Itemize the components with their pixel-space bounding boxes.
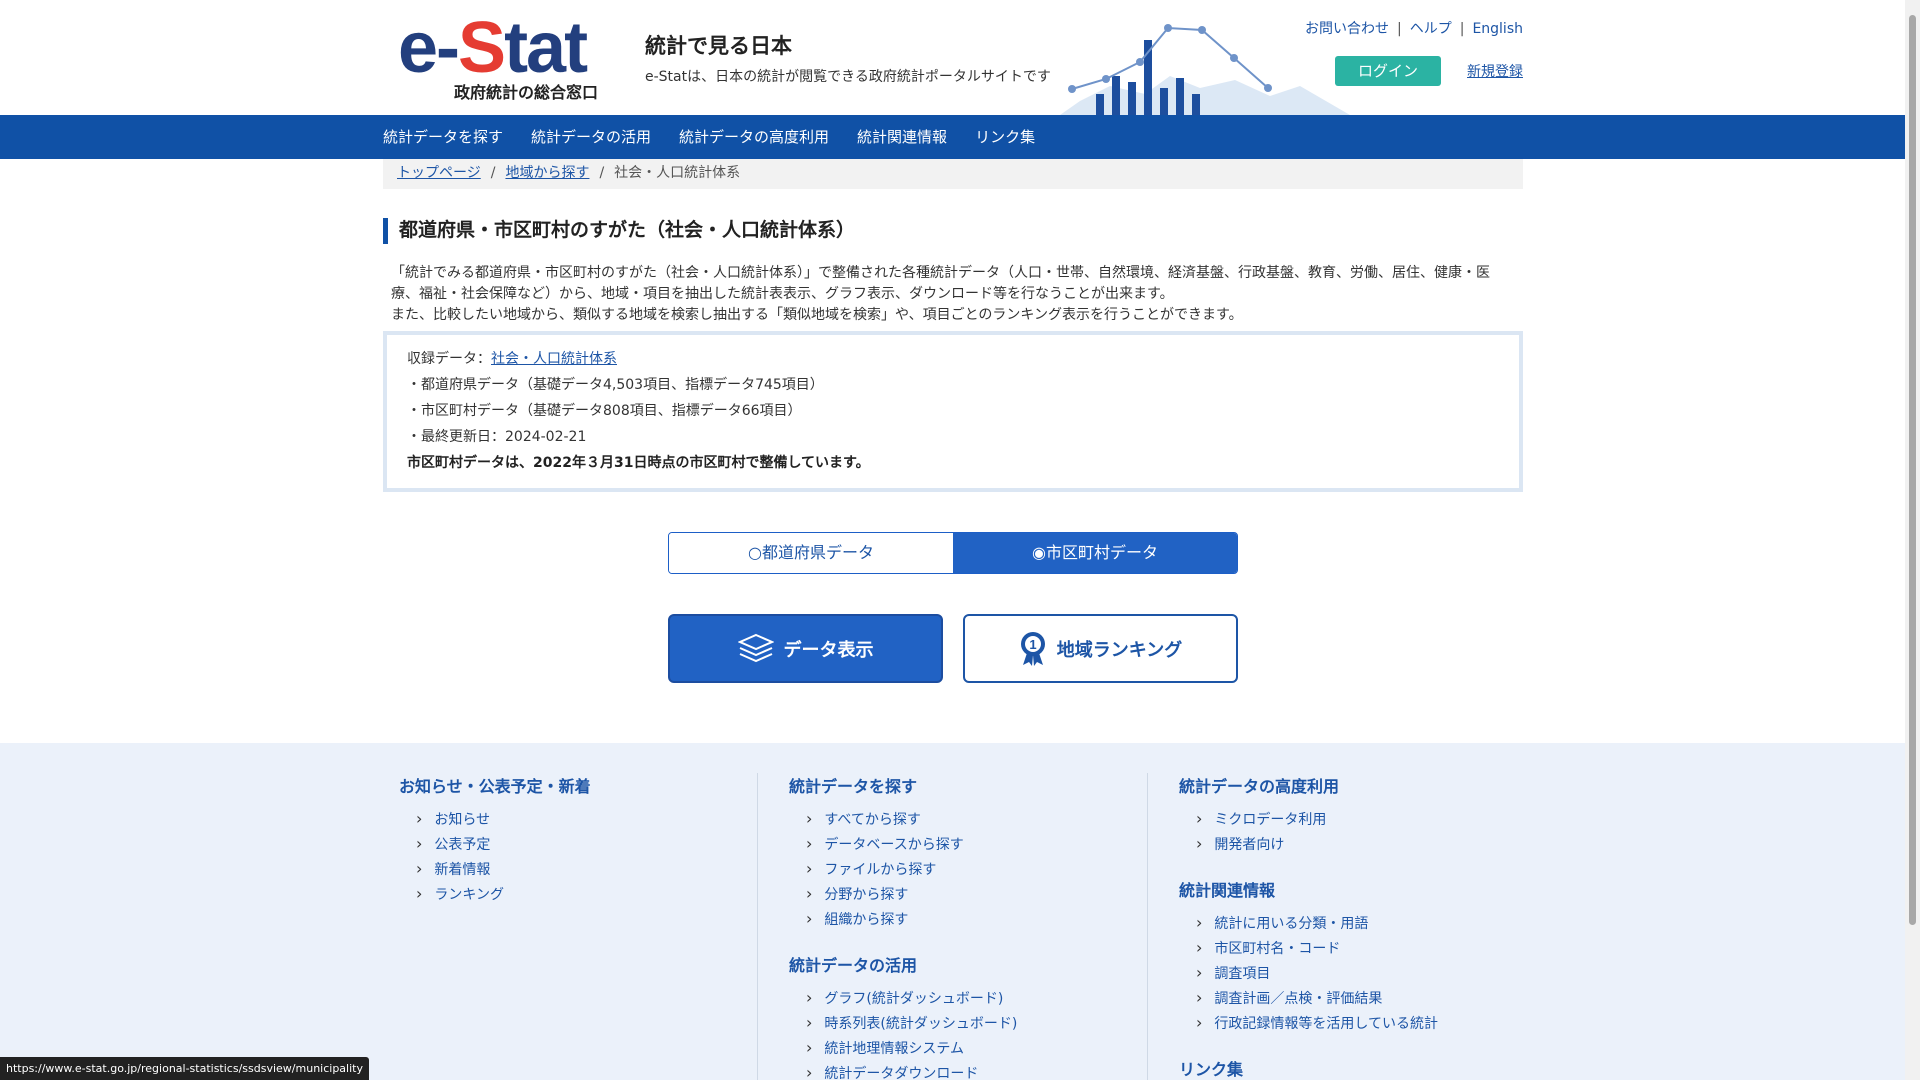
footer-link[interactable]: ミクロデータ利用 [1196, 807, 1539, 832]
intro-line: 「統計でみる都道府県・市区町村のすがた（社会・人口統計体系）」で整備された各種統… [391, 265, 1490, 281]
nav-item-search-data[interactable]: 統計データを探す [383, 115, 503, 159]
help-link[interactable]: ヘルプ [1410, 21, 1452, 37]
svg-text:1: 1 [1029, 637, 1036, 652]
breadcrumb-separator: / [599, 165, 605, 181]
intro-text: 「統計でみる都道府県・市区町村のすがた（社会・人口統計体系）」で整備された各種統… [383, 263, 1523, 326]
breadcrumb-region[interactable]: 地域から探す [505, 165, 589, 181]
breadcrumb-current: 社会・人口統計体系 [614, 165, 741, 181]
footer-link[interactable]: データベースから探す [806, 832, 1149, 857]
nav-item-use-data[interactable]: 統計データの活用 [531, 115, 651, 159]
login-button[interactable]: ログイン [1335, 56, 1441, 86]
footer-link[interactable]: 分野から探す [806, 882, 1149, 907]
site-footer: お知らせ・公表予定・新着 お知らせ 公表予定 新着情報 ランキング 統計データを… [0, 743, 1905, 1080]
radio-checked-icon: ◉ [1032, 543, 1046, 562]
region-ranking-button[interactable]: 1 地域ランキング [963, 614, 1238, 683]
footer-heading[interactable]: お知らせ・公表予定・新着 [399, 773, 759, 797]
breadcrumb-separator: / [490, 165, 496, 181]
info-municipality: ・市区町村データ（基礎データ808項目、指標データ66項目） [407, 403, 802, 419]
data-info-box: 収録データ：社会・人口統計体系 ・都道府県データ（基礎データ4,503項目、指標… [383, 331, 1523, 492]
footer-link[interactable]: 調査項目 [1196, 961, 1539, 986]
logo-subtitle: 政府統計の総合窓口 [453, 83, 598, 102]
footer-heading[interactable]: 統計データの高度利用 [1179, 773, 1539, 797]
footer-link[interactable]: お知らせ [416, 807, 759, 832]
region-ranking-label: 地域ランキング [1056, 639, 1183, 661]
footer-col-search: 統計データを探す すべてから探す データベースから探す ファイルから探す 分野か… [789, 773, 1149, 1080]
footer-link[interactable]: 行政記録情報等を活用している統計 [1196, 1011, 1539, 1036]
footer-heading[interactable]: 統計データを探す [789, 773, 1149, 797]
footer-link[interactable]: 統計データダウンロード [806, 1061, 1149, 1080]
footer-link[interactable]: 組織から探す [806, 907, 1149, 932]
info-updated: ・最終更新日：2024-02-21 [407, 429, 587, 445]
footer-col-advanced: 統計データの高度利用 ミクロデータ利用 開発者向け 統計関連情報 統計に用いる分… [1179, 773, 1539, 1080]
ranking-medal-icon: 1 [1020, 631, 1045, 666]
layers-icon [737, 633, 774, 662]
site-title: 統計で見る日本 [645, 34, 792, 58]
footer-link[interactable]: 市区町村名・コード [1196, 936, 1539, 961]
toggle-municipality[interactable]: ◉市区町村データ [953, 533, 1237, 573]
footer-link[interactable]: グラフ(統計ダッシュボード) [806, 986, 1149, 1011]
footer-heading[interactable]: リンク集 [1179, 1056, 1539, 1080]
nav-item-related-info[interactable]: 統計関連情報 [857, 115, 947, 159]
info-note: 市区町村データは、2022年３月31日時点の市区町村で整備しています。 [407, 455, 870, 471]
site-description: e-Statは、日本の統計が閲覧できる政府統計ポータルサイトです [645, 69, 1051, 85]
site-header: e-Stat 政府統計の総合窓口 統計で見る日本 e-Statは、日本の統計が閲… [0, 0, 1905, 115]
separator: | [1459, 21, 1465, 37]
toggle-prefecture[interactable]: ○都道府県データ [669, 533, 953, 573]
nav-item-links[interactable]: リンク集 [975, 115, 1035, 159]
status-bar-url: https://www.e-stat.go.jp/regional-statis… [0, 1057, 369, 1080]
intro-line: 療、福祉・社会保障など）から、地域・項目を抽出した統計表表示、グラフ表示、ダウン… [391, 286, 1174, 302]
footer-link[interactable]: すべてから探す [806, 807, 1149, 832]
footer-heading[interactable]: 統計関連情報 [1179, 877, 1539, 901]
english-link[interactable]: English [1472, 21, 1523, 37]
utility-links: お問い合わせ | ヘルプ | English [1305, 18, 1523, 38]
separator: | [1397, 21, 1402, 37]
footer-link[interactable]: ランキング [416, 882, 759, 907]
data-display-button[interactable]: データ表示 [668, 614, 943, 683]
info-prefecture: ・都道府県データ（基礎データ4,503項目、指標データ745項目） [407, 377, 824, 393]
footer-link[interactable]: 時系列表(統計ダッシュボード) [806, 1011, 1149, 1036]
nav-item-advanced-use[interactable]: 統計データの高度利用 [679, 115, 829, 159]
footer-link[interactable]: 調査計画／点検・評価結果 [1196, 986, 1539, 1011]
breadcrumb-top[interactable]: トップページ [397, 165, 481, 181]
footer-link[interactable]: 公表予定 [416, 832, 759, 857]
intro-line: また、比較したい地域から、類似する地域を検索し抽出する「類似地域を検索」や、項目… [391, 307, 1243, 323]
breadcrumb: トップページ / 地域から探す / 社会・人口統計体系 [383, 159, 1523, 189]
footer-link[interactable]: 統計地理情報システム [806, 1036, 1149, 1061]
data-type-toggle: ○都道府県データ ◉市区町村データ [668, 532, 1238, 574]
register-link[interactable]: 新規登録 [1467, 61, 1523, 81]
scrollbar-thumb[interactable] [1909, 15, 1916, 925]
footer-link[interactable]: 開発者向け [1196, 832, 1539, 857]
info-label: 収録データ： [407, 351, 491, 367]
contact-link[interactable]: お問い合わせ [1305, 21, 1389, 37]
radio-unchecked-icon: ○ [748, 543, 762, 562]
footer-divider [757, 773, 758, 1080]
page-title: 都道府県・市区町村のすがた（社会・人口統計体系） [383, 218, 1523, 244]
footer-link[interactable]: 統計に用いる分類・用語 [1196, 911, 1539, 936]
info-link[interactable]: 社会・人口統計体系 [491, 351, 617, 367]
logo-wordmark: e-Stat [398, 8, 588, 88]
footer-heading[interactable]: 統計データの活用 [789, 952, 1149, 976]
data-display-label: データ表示 [783, 639, 874, 661]
footer-col-news: お知らせ・公表予定・新着 お知らせ 公表予定 新着情報 ランキング [399, 773, 759, 927]
footer-divider [1147, 773, 1148, 1080]
global-nav: 統計データを探す 統計データの活用 統計データの高度利用 統計関連情報 リンク集 [0, 115, 1905, 159]
estat-logo[interactable]: e-Stat 政府統計の総合窓口 [398, 12, 604, 104]
footer-link[interactable]: ファイルから探す [806, 857, 1149, 882]
footer-link[interactable]: 新着情報 [416, 857, 759, 882]
page-scrollbar[interactable] [1905, 0, 1920, 1080]
